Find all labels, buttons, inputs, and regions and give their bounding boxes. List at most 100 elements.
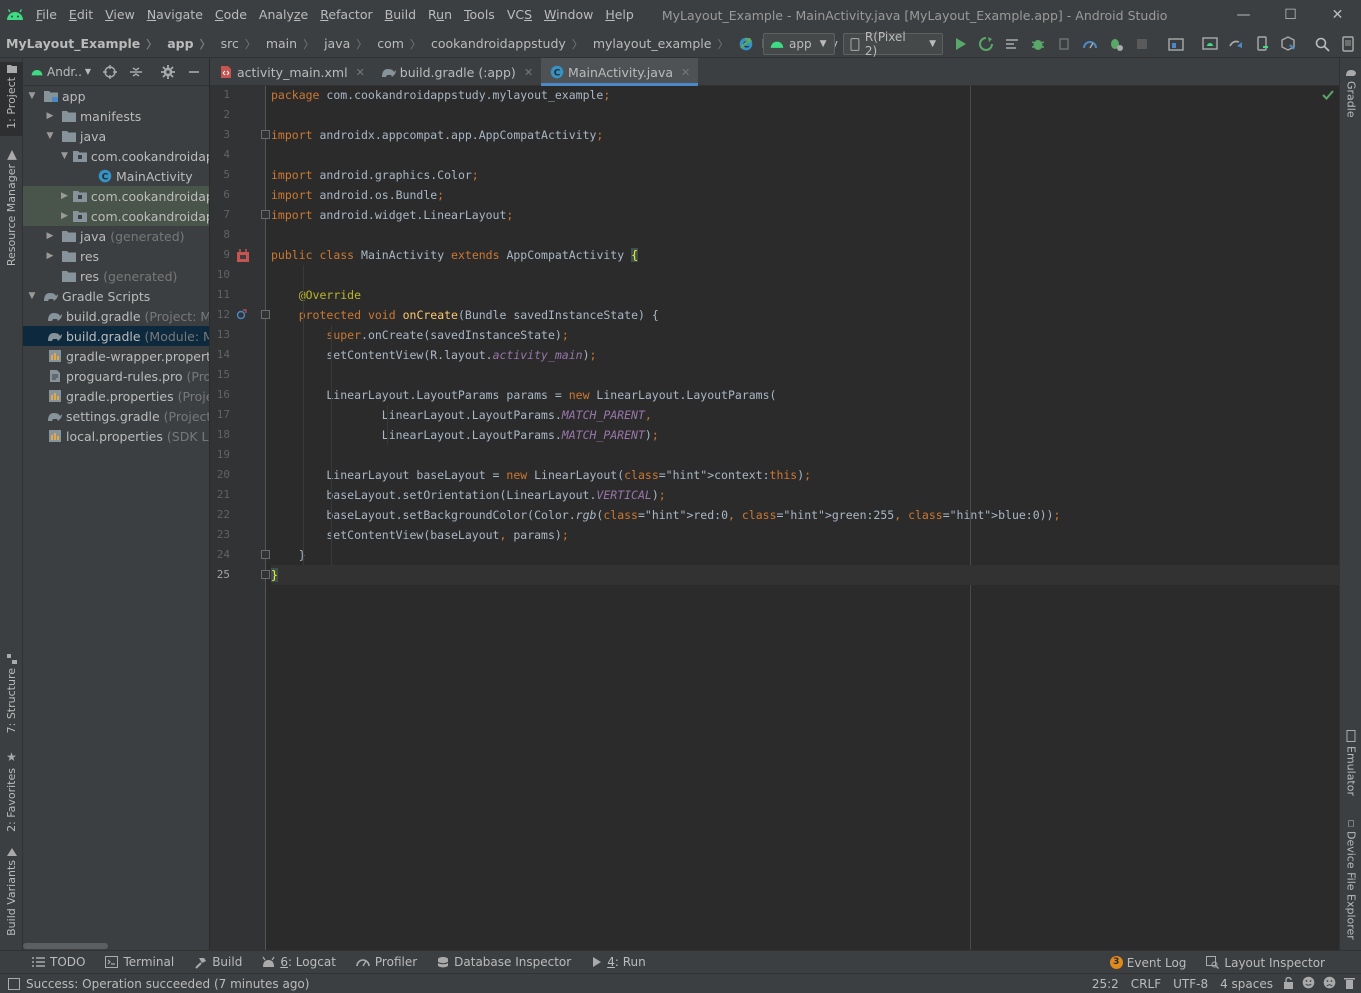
horizontal-scrollbar[interactable] (23, 942, 209, 950)
device-file-explorer-tool-tab[interactable]: Device File Explorer (1340, 820, 1361, 940)
menu-vcs[interactable]: VCS (501, 0, 538, 30)
frown-icon[interactable] (1319, 976, 1340, 992)
code-line[interactable]: baseLayout.setBackgroundColor(Color.rgb(… (271, 505, 1339, 525)
code-line[interactable] (271, 365, 1339, 385)
line-number[interactable]: 3 (210, 125, 230, 145)
tree-item[interactable]: C MainActivity (23, 166, 209, 186)
code-line[interactable]: setContentView(R.layout.activity_main); (271, 345, 1339, 365)
line-number[interactable]: 14 (210, 345, 230, 365)
hide-panel-icon[interactable] (181, 60, 207, 84)
line-number[interactable]: 10 (210, 265, 230, 285)
build-variants-tool-tab[interactable]: Build Variants (0, 846, 23, 938)
fold-marker-icon[interactable] (261, 310, 270, 319)
file-encoding[interactable]: UTF-8 (1167, 977, 1214, 991)
debug-icon[interactable] (1026, 32, 1050, 56)
line-number[interactable]: 4 (210, 145, 230, 165)
avd-manager-icon[interactable] (1198, 32, 1222, 56)
editor-tab[interactable]: build.gradle (:app) ✕ (373, 58, 541, 86)
close-icon[interactable]: ✕ (681, 66, 690, 79)
indent-setting[interactable]: 4 spaces (1214, 977, 1279, 991)
code-line[interactable]: super.onCreate(savedInstanceState); (271, 325, 1339, 345)
tree-item[interactable]: res (generated) (23, 266, 209, 286)
menu-code[interactable]: Code (209, 0, 253, 30)
code-line[interactable]: baseLayout.setOrientation(LinearLayout.V… (271, 485, 1339, 505)
menu-help[interactable]: Help (599, 0, 640, 30)
close-icon[interactable]: ✕ (524, 66, 533, 79)
line-number[interactable]: 20 (210, 465, 230, 485)
code-line[interactable]: import androidx.appcompat.app.AppCompatA… (271, 125, 1339, 145)
line-number[interactable]: 24 (210, 545, 230, 565)
chevron-right-icon[interactable]: ▶ (43, 231, 57, 241)
tree-item[interactable]: ▶ com.cookandroidapp (23, 206, 209, 226)
line-number[interactable]: 22 (210, 505, 230, 525)
line-number[interactable]: 17 (210, 405, 230, 425)
fold-marker-icon[interactable] (261, 550, 270, 559)
structure-tool-tab[interactable]: 7: Structure (0, 654, 23, 736)
tree-item[interactable]: build.gradle (Module: M (23, 326, 209, 346)
line-separator[interactable]: CRLF (1125, 977, 1167, 991)
search-icon[interactable] (1310, 32, 1334, 56)
line-number[interactable]: 19 (210, 445, 230, 465)
code-line[interactable] (271, 265, 1339, 285)
bottom-tool-run[interactable]: 4: Run (581, 955, 656, 969)
fold-marker-icon[interactable] (261, 570, 270, 579)
trash-icon[interactable] (1340, 977, 1361, 992)
sdk-manager-icon[interactable] (1276, 32, 1300, 56)
code-line[interactable]: LinearLayout baseLayout = new LinearLayo… (271, 465, 1339, 485)
code-line[interactable]: LinearLayout.LayoutParams params = new L… (271, 385, 1339, 405)
code-line[interactable]: package com.cookandroidappstudy.mylayout… (271, 86, 1339, 105)
bottom-tool-todo[interactable]: TODO (22, 955, 95, 969)
code-line[interactable] (271, 105, 1339, 125)
line-number[interactable]: 2 (210, 105, 230, 125)
resource-manager-tool-tab[interactable]: Resource Manager (0, 150, 23, 266)
breadcrumb-item[interactable]: app 〉 (161, 36, 214, 52)
breadcrumb-item[interactable]: main 〉 (260, 36, 318, 52)
menu-build[interactable]: Build (379, 0, 422, 30)
editor-gutter[interactable]: 1 2 3 4 5 6 7 8 9 10 11 12 13 14 15 16 17 18 19 20 21 22 23 24 2… (210, 86, 270, 950)
menu-view[interactable]: View (99, 0, 141, 30)
chevron-down-icon[interactable]: ▼ (25, 91, 39, 101)
run-config-select[interactable]: app ▼ (763, 33, 835, 55)
smile-icon[interactable] (1298, 976, 1319, 992)
line-number[interactable]: 25 (210, 565, 230, 585)
chevron-down-icon[interactable]: ▼ (61, 151, 68, 161)
chevron-right-icon[interactable]: ▶ (61, 191, 68, 201)
stop-icon[interactable] (1130, 32, 1154, 56)
tree-item[interactable]: proguard-rules.pro (Pro (23, 366, 209, 386)
line-number[interactable]: 23 (210, 525, 230, 545)
code-line[interactable]: protected void onCreate(Bundle savedInst… (271, 305, 1339, 325)
collapse-all-icon[interactable] (123, 60, 149, 84)
line-number[interactable]: 16 (210, 385, 230, 405)
close-icon[interactable]: ✕ (1314, 0, 1361, 30)
apply-code-changes-icon[interactable] (1000, 32, 1024, 56)
gradle-tool-tab[interactable]: Gradle (1340, 68, 1361, 128)
breadcrumb-item[interactable]: src 〉 (215, 36, 260, 52)
bottom-tool-logcat[interactable]: 6: Logcat (252, 955, 346, 969)
caret-position[interactable]: 25:2 (1086, 977, 1125, 991)
breadcrumb-item[interactable]: com 〉 (371, 36, 425, 52)
line-number[interactable]: 18 (210, 425, 230, 445)
code-line[interactable]: import android.widget.LinearLayout; (271, 205, 1339, 225)
editor-tab[interactable]: activity_main.xml ✕ (210, 58, 373, 86)
tree-item[interactable]: ▶ java (generated) (23, 226, 209, 246)
code-line[interactable]: public class MainActivity extends AppCom… (271, 245, 1339, 265)
tree-item[interactable]: local.properties(SDK Lo (23, 426, 209, 446)
chevron-right-icon[interactable]: ▶ (43, 111, 57, 121)
line-number[interactable]: 6 (210, 185, 230, 205)
project-tool-tab[interactable]: 1: Project (0, 62, 23, 136)
toggle-tool-windows-icon[interactable] (8, 977, 20, 990)
minimize-icon[interactable]: — (1220, 0, 1267, 30)
line-number[interactable]: 8 (210, 225, 230, 245)
project-structure-icon[interactable] (1164, 32, 1188, 56)
locate-icon[interactable] (97, 60, 123, 84)
tree-item[interactable]: gradle-wrapper.propertie (23, 346, 209, 366)
code-editor[interactable]: 1 2 3 4 5 6 7 8 9 10 11 12 13 14 15 16 17 18 19 20 21 22 23 24 2… (210, 86, 1339, 950)
maximize-icon[interactable]: ☐ (1267, 0, 1314, 30)
menu-run[interactable]: Run (422, 0, 458, 30)
code-line[interactable]: setContentView(baseLayout, params); (271, 525, 1339, 545)
code-line[interactable] (271, 445, 1339, 465)
code-line[interactable]: } (271, 545, 1339, 565)
menu-file[interactable]: File (30, 0, 63, 30)
project-view-select[interactable]: Andr.. ▼ (47, 65, 91, 79)
bottom-tool-profiler[interactable]: Profiler (346, 955, 427, 969)
